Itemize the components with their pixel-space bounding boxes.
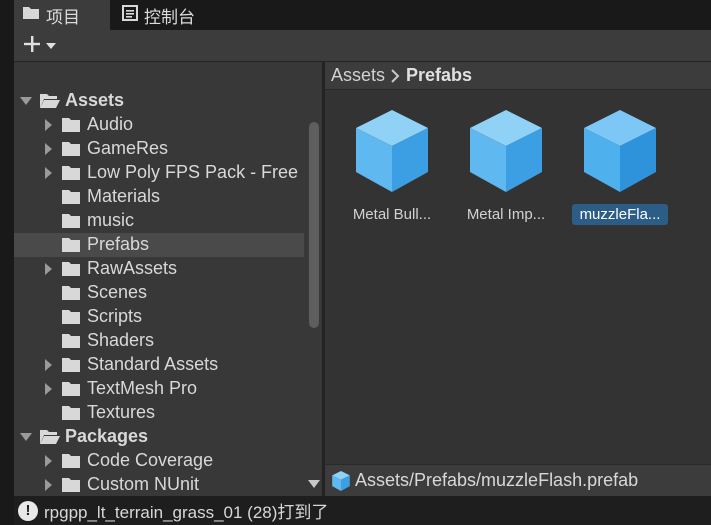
tree-item[interactable]: Low Poly FPS Pack - Free: [14, 161, 304, 185]
tree-item-label: Shaders: [87, 330, 155, 350]
tree-item[interactable]: Packages: [14, 425, 304, 449]
chevron-down-icon[interactable]: [20, 431, 32, 443]
tab-project[interactable]: 项目: [14, 0, 110, 30]
folder-open-icon: [39, 93, 60, 109]
tree-item-label: Code Coverage: [87, 450, 214, 470]
chevron-down-icon: [46, 37, 56, 55]
prefab-icon: [356, 110, 428, 192]
folder-icon: [61, 453, 81, 469]
tree-item-label: RawAssets: [87, 258, 178, 278]
asset-name: muzzleFla...: [572, 204, 668, 225]
prefab-icon: [470, 110, 542, 192]
tree-item[interactable]: Assets: [14, 89, 304, 113]
tree-item[interactable]: Textures: [14, 401, 304, 425]
tree-item[interactable]: Prefabs: [14, 233, 304, 257]
tree-item-label: Assets: [65, 90, 125, 110]
status-bar[interactable]: ! rpgpp_lt_terrain_grass_01 (28)打到了: [14, 496, 711, 525]
folder-icon: [61, 309, 81, 325]
breadcrumb: Assets Prefabs: [325, 62, 711, 90]
folder-icon: [61, 477, 81, 493]
asset-path-text: Assets/Prefabs/muzzleFlash.prefab: [355, 470, 639, 490]
folder-icon: [61, 165, 81, 181]
project-toolbar: [14, 30, 711, 62]
folder-icon: [61, 405, 81, 421]
chevron-right-icon: [391, 68, 400, 83]
tree-item-label: music: [87, 210, 135, 230]
tree-item-label: Standard Assets: [87, 354, 219, 374]
folder-icon: [61, 333, 81, 349]
folder-icon: [22, 5, 40, 25]
asset-name: Metal Bull...: [352, 206, 432, 223]
tree-item[interactable]: Standard Assets: [14, 353, 304, 377]
tree-item[interactable]: Code Coverage: [14, 449, 304, 473]
folder-icon: [61, 261, 81, 277]
tree-item-label: Packages: [65, 426, 149, 446]
asset-tile[interactable]: Metal Imp...: [456, 106, 556, 236]
folder-icon: [61, 117, 81, 133]
tree-item-label: Scenes: [87, 282, 148, 302]
chevron-right-icon[interactable]: [42, 167, 54, 179]
tree-item-label: Materials: [87, 186, 161, 206]
tab-label: 控制台: [144, 7, 195, 27]
chevron-right-icon[interactable]: [42, 455, 54, 467]
plus-icon: [22, 34, 42, 59]
scrollbar-thumb[interactable]: [309, 122, 319, 328]
tree-item-label: Custom NUnit: [87, 474, 200, 494]
chevron-right-icon[interactable]: [42, 143, 54, 155]
asset-tile[interactable]: muzzleFla...: [570, 106, 670, 236]
chevron-right-icon[interactable]: [42, 263, 54, 275]
folder-tree: Assets Audio GameRes Low Poly FPS Pack - Fr…: [14, 62, 322, 496]
create-asset-button[interactable]: [22, 34, 62, 58]
tree-item-label: Scripts: [87, 306, 143, 326]
chevron-right-icon[interactable]: [42, 119, 54, 131]
tab-console[interactable]: 控制台: [116, 0, 216, 30]
chevron-right-icon[interactable]: [42, 359, 54, 371]
asset-name: Metal Imp...: [466, 206, 546, 223]
folder-icon: [61, 189, 81, 205]
tree-item[interactable]: Audio: [14, 113, 304, 137]
folder-icon: [61, 381, 81, 397]
prefab-icon: [331, 470, 351, 492]
chevron-down-icon[interactable]: [20, 95, 32, 107]
tree-item-label: Textures: [87, 402, 156, 422]
status-message: rpgpp_lt_terrain_grass_01 (28)打到了: [44, 503, 329, 522]
chevron-right-icon[interactable]: [42, 479, 54, 491]
tree-item-label: GameRes: [87, 138, 169, 158]
tree-item[interactable]: GameRes: [14, 137, 304, 161]
breadcrumb-assets[interactable]: Assets: [331, 65, 385, 86]
tree-item[interactable]: Scripts: [14, 305, 304, 329]
tree-scrollbar[interactable]: [306, 62, 322, 496]
tab-label: 项目: [46, 7, 80, 27]
tree-item-label: TextMesh Pro: [87, 378, 198, 398]
folder-icon: [61, 285, 81, 301]
console-icon: [122, 4, 138, 26]
tree-item-label: Prefabs: [87, 234, 150, 254]
folder-icon: [61, 213, 81, 229]
scroll-down-icon[interactable]: [308, 476, 320, 494]
folder-icon: [61, 237, 81, 253]
asset-browser: Assets Prefabs Metal Bull... Metal Imp...…: [325, 62, 711, 496]
tree-item-label: Low Poly FPS Pack - Free: [87, 162, 299, 182]
tab-strip: 项目 控制台: [0, 0, 711, 30]
tree-item[interactable]: Shaders: [14, 329, 304, 353]
asset-tile[interactable]: Metal Bull...: [342, 106, 442, 236]
tree-item[interactable]: Scenes: [14, 281, 304, 305]
tree-item[interactable]: TextMesh Pro: [14, 377, 304, 401]
breadcrumb-prefabs[interactable]: Prefabs: [406, 65, 472, 86]
folder-icon: [61, 141, 81, 157]
selected-asset-path: Assets/Prefabs/muzzleFlash.prefab: [325, 464, 711, 496]
chevron-right-icon[interactable]: [42, 383, 54, 395]
folder-icon: [61, 357, 81, 373]
tree-item[interactable]: RawAssets: [14, 257, 304, 281]
tree-item-label: Audio: [87, 114, 134, 134]
prefab-icon: [584, 110, 656, 192]
warning-icon: !: [18, 500, 38, 521]
tree-item[interactable]: music: [14, 209, 304, 233]
folder-open-icon: [39, 429, 60, 445]
tree-item[interactable]: Materials: [14, 185, 304, 209]
tree-item[interactable]: Custom NUnit: [14, 473, 304, 496]
